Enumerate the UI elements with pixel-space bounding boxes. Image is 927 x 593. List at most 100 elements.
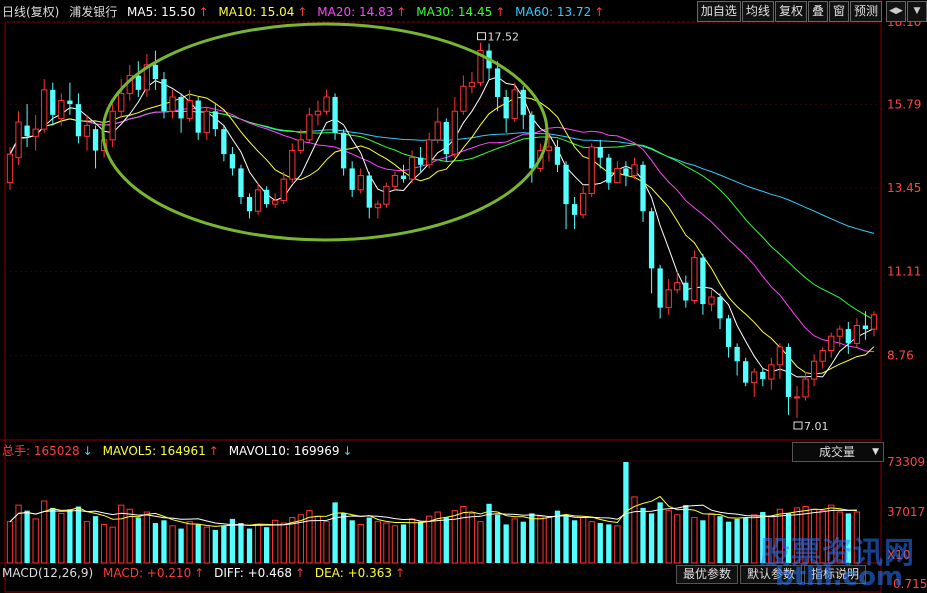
ma10-value: MA10: 15.04 ↑ — [218, 5, 308, 19]
candle-body — [203, 110, 210, 134]
volume-bar — [41, 500, 48, 564]
candle-body — [366, 175, 372, 208]
volume-bar — [648, 513, 655, 563]
candle-body — [810, 360, 818, 380]
candle-body — [246, 196, 253, 212]
volume-bar — [340, 513, 347, 563]
candle-body — [717, 296, 723, 319]
volume-bar — [503, 524, 509, 563]
ma60-line — [9, 110, 875, 234]
candle-body — [657, 268, 663, 308]
volume-bar — [751, 514, 758, 564]
forecast-button[interactable]: 预测 — [849, 1, 882, 22]
mavol10-down-icon: ↓ — [342, 444, 353, 458]
volume-bar — [221, 525, 227, 563]
candle-body — [50, 89, 56, 115]
macd-name[interactable]: MACD(12,26,9) — [2, 566, 93, 580]
ma30-line — [9, 110, 875, 321]
dea-up-icon: ↑ — [395, 566, 406, 580]
candle-body — [511, 89, 518, 119]
volume-bar — [263, 527, 270, 563]
volume-bar — [314, 515, 322, 564]
candle-body — [289, 150, 296, 180]
add-watchlist-button[interactable]: 加自选 — [696, 1, 741, 22]
candle-body — [623, 168, 629, 176]
indicator-select[interactable]: 成交量 ▼ — [792, 442, 884, 462]
volume-bar — [408, 518, 416, 564]
volume-bar — [623, 462, 629, 563]
volume-bar — [597, 523, 603, 563]
ma60-up-icon: ↑ — [594, 5, 605, 19]
adjust-button[interactable]: 复权 — [774, 1, 807, 22]
candle-body — [870, 314, 878, 330]
volume-bar — [734, 518, 740, 563]
candle-body — [700, 257, 706, 305]
volume-bar — [537, 515, 544, 564]
volume-bar — [579, 517, 587, 564]
period-label[interactable]: 日线(复权) — [2, 5, 59, 19]
chevron-down-icon: ▼ — [872, 447, 879, 457]
candle-body — [460, 85, 467, 112]
moving-averages — [9, 76, 875, 378]
ma20-line — [9, 106, 875, 353]
volume-bar — [691, 517, 698, 564]
candle-body — [323, 96, 330, 112]
overlay-button[interactable]: 叠 — [807, 1, 828, 22]
expand-icon[interactable]: ◀▶ — [886, 1, 906, 22]
candle-body — [494, 68, 501, 97]
volume-bar — [683, 505, 689, 563]
volume-bar — [717, 516, 723, 563]
candle-body — [92, 129, 99, 151]
candle-body — [853, 325, 861, 344]
volume-bar — [391, 525, 399, 564]
candle-body — [845, 329, 851, 344]
volume-bar — [366, 517, 372, 563]
volume-bar — [520, 521, 526, 563]
volume-bar — [606, 524, 612, 563]
candle-body — [819, 350, 826, 362]
volume-bar — [100, 523, 108, 564]
ma20-value: MA20: 14.83 ↑ — [317, 5, 407, 19]
volume-bar — [50, 507, 56, 563]
candle-body — [674, 282, 681, 291]
volume-bar — [374, 521, 381, 564]
ma60-value: MA60: 13.72 ↑ — [515, 5, 605, 19]
annotation-marker — [476, 32, 486, 41]
macd-up-icon: ↑ — [194, 566, 205, 580]
candle-body — [357, 175, 364, 191]
mavol5: MAVOL5: 164961 ↑ — [102, 444, 219, 458]
candle-body — [254, 189, 262, 212]
candle-body — [15, 121, 22, 159]
highlight-ellipse — [101, 22, 549, 242]
ma-button[interactable]: 均线 — [741, 1, 774, 22]
volume-bar — [6, 521, 14, 564]
candle-body — [67, 100, 73, 105]
volume-bar — [529, 513, 535, 563]
candle-body — [691, 257, 698, 302]
dropdown-icon[interactable]: ▼ — [907, 1, 927, 22]
toolbar-icons: ◀▶ ▼ — [885, 1, 927, 22]
candle-body — [768, 364, 775, 380]
watermark-url: btlll.com — [775, 562, 904, 592]
candle-body — [588, 146, 595, 194]
price-header: 日线(复权) 浦发银行 MA5: 15.50 ↑ MA10: 15.04 ↑ MA2… — [2, 1, 610, 23]
volume-bar — [178, 528, 184, 563]
volume-bar — [545, 517, 553, 564]
volume-bar — [674, 514, 681, 564]
stock-name: 浦发银行 — [69, 5, 118, 19]
volume-bar — [563, 514, 569, 563]
candle-body — [24, 125, 30, 137]
candle-body — [340, 132, 347, 169]
candle-body — [417, 157, 424, 165]
volume-bar — [83, 521, 91, 564]
ma5-up-icon: ↑ — [198, 5, 209, 19]
candle-body — [776, 346, 784, 366]
candle-body — [614, 167, 621, 184]
annotation-marker — [793, 421, 803, 430]
candle-body — [83, 125, 91, 137]
candle-body — [58, 100, 65, 119]
candle-body — [631, 164, 638, 177]
window-button[interactable]: 窗 — [828, 1, 849, 22]
best-params-button[interactable]: 最优参数 — [676, 565, 739, 584]
candle-body — [665, 289, 672, 309]
